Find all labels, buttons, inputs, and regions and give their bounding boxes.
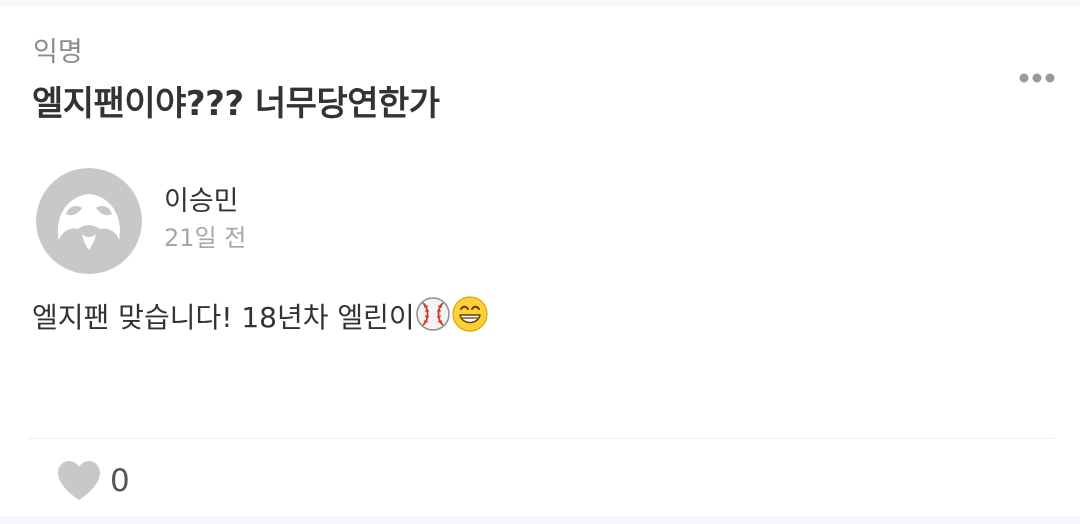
more-options-button[interactable] bbox=[1014, 66, 1062, 90]
comment-text: 엘지팬 맞습니다! 18년차 엘린이 bbox=[32, 301, 415, 334]
comment-time: 21일 전 bbox=[164, 224, 247, 252]
heart-icon bbox=[58, 461, 100, 500]
grinning-face-icon bbox=[451, 295, 489, 342]
like-button[interactable] bbox=[56, 460, 102, 502]
post-card: 익명 엘지팬이야??? 너무당연한가 이승민 21일 전 엘지팬 맞습니다! 1… bbox=[0, 6, 1080, 516]
like-count: 0 bbox=[110, 463, 130, 499]
divider bbox=[28, 438, 1054, 439]
post-title: 엘지팬이야??? 너무당연한가 bbox=[32, 84, 440, 124]
comment-body: 엘지팬 맞습니다! 18년차 엘린이 bbox=[32, 295, 489, 341]
default-avatar-icon bbox=[36, 168, 142, 274]
comment-author[interactable]: 이승민 bbox=[164, 185, 239, 219]
post-category: 익명 bbox=[33, 37, 83, 68]
baseball-icon bbox=[415, 296, 451, 341]
avatar[interactable] bbox=[36, 168, 142, 274]
more-options-icon bbox=[1019, 73, 1055, 83]
